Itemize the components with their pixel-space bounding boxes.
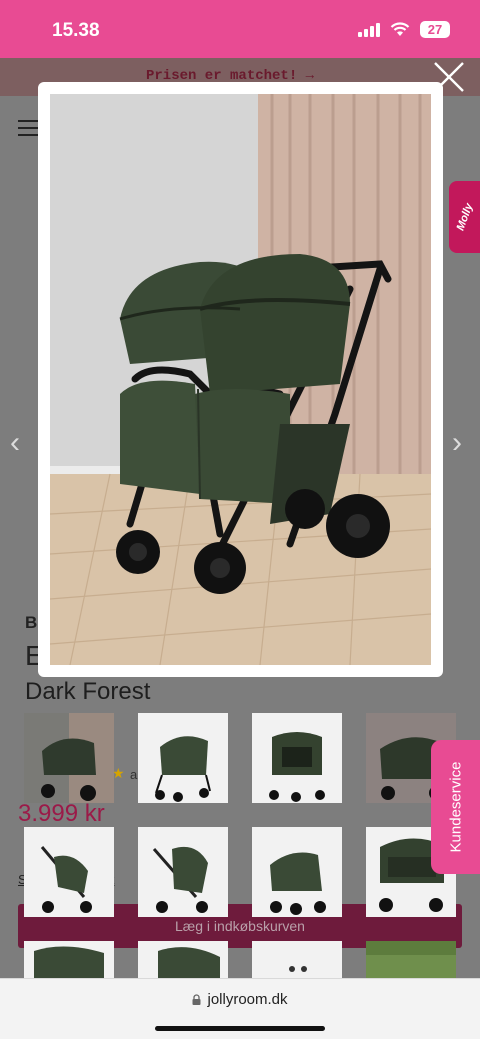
thumbnail-12[interactable] — [366, 941, 456, 978]
home-indicator[interactable] — [155, 1026, 325, 1031]
battery-indicator: 27 — [420, 21, 450, 38]
thumbnail-11[interactable] — [252, 941, 342, 978]
hamburger-menu-icon[interactable] — [18, 120, 38, 141]
thumbnail-5[interactable] — [24, 827, 114, 917]
product-image — [50, 94, 431, 665]
thumbnail-9[interactable] — [24, 941, 114, 978]
thumbnail-10[interactable] — [138, 941, 228, 978]
thumbnail-3[interactable] — [252, 713, 342, 803]
customer-service-label: Kundeservice — [447, 761, 464, 853]
thumbnail-1[interactable] — [24, 713, 114, 803]
url-display[interactable]: jollyroom.dk — [0, 991, 480, 1008]
status-icons: 27 — [358, 21, 450, 38]
url-text: jollyroom.dk — [207, 991, 288, 1008]
molly-assistant-tab[interactable]: Molly — [449, 181, 480, 253]
chevron-left-icon[interactable]: ‹ — [10, 426, 20, 460]
product-price: 3.999 kr — [18, 800, 105, 827]
cellular-signal-icon — [358, 22, 380, 37]
molly-tab-label: Molly — [454, 201, 475, 233]
chevron-right-icon[interactable]: › — [452, 426, 462, 460]
status-bar: 15.38 27 — [0, 0, 480, 58]
wifi-icon — [390, 22, 410, 36]
thumbnail-7[interactable] — [252, 827, 342, 917]
thumbnail-2[interactable] — [138, 713, 228, 803]
browser-url-bar[interactable]: jollyroom.dk — [0, 978, 480, 1039]
status-time: 15.38 — [52, 20, 100, 41]
customer-service-tab[interactable]: Kundeservice — [431, 740, 480, 874]
image-lightbox — [38, 82, 443, 677]
lock-icon — [192, 994, 201, 1005]
thumbnail-6[interactable] — [138, 827, 228, 917]
product-variant-title: Dark Forest — [25, 678, 151, 705]
close-icon[interactable] — [432, 60, 466, 94]
brand-name-fragment: B — [25, 613, 38, 632]
